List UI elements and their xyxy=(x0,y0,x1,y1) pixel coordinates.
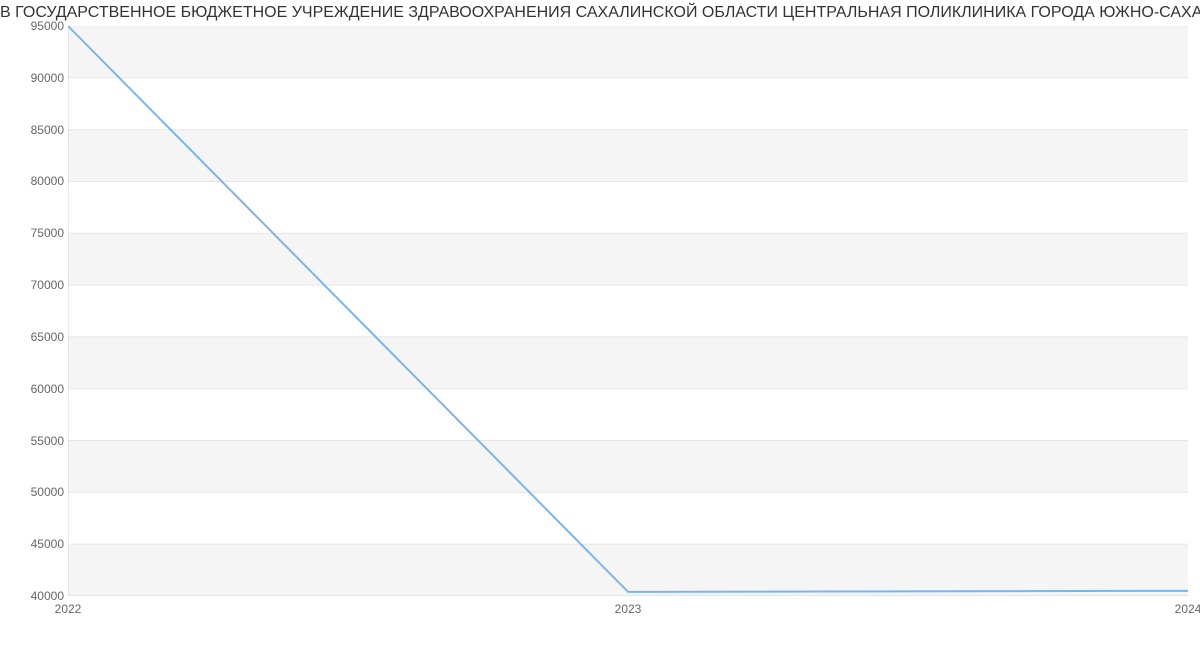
chart-title: В ГОСУДАРСТВЕННОЕ БЮДЖЕТНОЕ УЧРЕЖДЕНИЕ З… xyxy=(0,0,1200,26)
chart-plot-area xyxy=(68,26,1188,596)
y-axis-ticks: 40000 45000 50000 55000 60000 65000 7000… xyxy=(0,26,64,596)
x-axis-ticks: 2022 2023 2024 xyxy=(68,602,1188,622)
